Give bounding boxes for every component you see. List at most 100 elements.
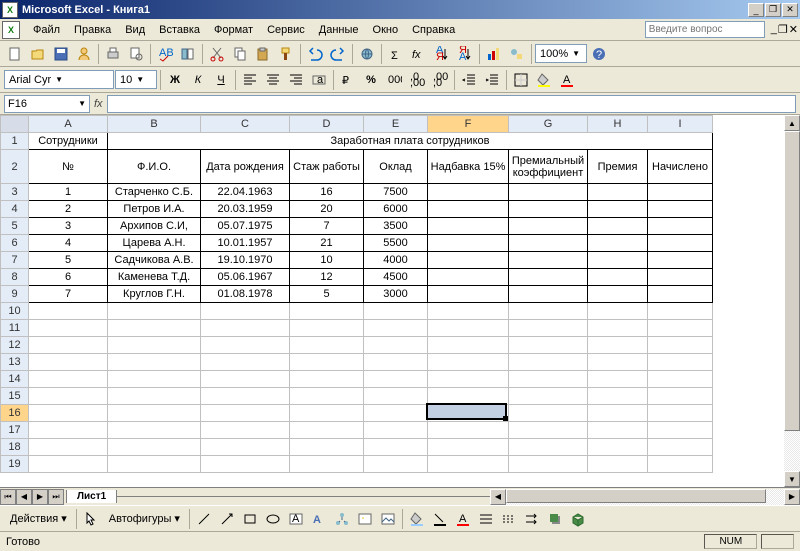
cell[interactable] xyxy=(108,303,201,320)
font-name-combo[interactable]: Arial Cyr▼ xyxy=(4,70,114,89)
shadow-button[interactable] xyxy=(544,508,566,530)
cell[interactable] xyxy=(428,337,509,354)
cell[interactable] xyxy=(648,405,713,422)
cell[interactable] xyxy=(290,371,364,388)
row-header-15[interactable]: 15 xyxy=(1,388,29,405)
cell[interactable] xyxy=(509,320,588,337)
cell[interactable]: Премиальный коэффициент xyxy=(509,150,588,184)
cell[interactable]: Архипов С.И, xyxy=(108,218,201,235)
cell[interactable]: Начислено xyxy=(648,150,713,184)
cell[interactable] xyxy=(290,337,364,354)
rectangle-button[interactable] xyxy=(239,508,261,530)
menu-format[interactable]: Формат xyxy=(207,21,260,39)
hyperlink-button[interactable] xyxy=(356,43,378,65)
cell[interactable] xyxy=(201,439,290,456)
cell[interactable] xyxy=(290,405,364,422)
cell[interactable] xyxy=(201,371,290,388)
cell[interactable] xyxy=(588,405,648,422)
cell[interactable] xyxy=(588,235,648,252)
row-header-9[interactable]: 9 xyxy=(1,286,29,303)
row-header-8[interactable]: 8 xyxy=(1,269,29,286)
cell[interactable] xyxy=(428,405,509,422)
cell[interactable] xyxy=(588,252,648,269)
row-header-19[interactable]: 19 xyxy=(1,456,29,473)
cell[interactable] xyxy=(428,371,509,388)
col-header-B[interactable]: B xyxy=(108,116,201,133)
cell[interactable]: Премия xyxy=(588,150,648,184)
cell[interactable] xyxy=(364,320,428,337)
textbox-button[interactable]: A xyxy=(285,508,307,530)
cell[interactable] xyxy=(648,388,713,405)
cell[interactable] xyxy=(290,456,364,473)
cell[interactable] xyxy=(364,388,428,405)
cell[interactable]: Дата рождения xyxy=(201,150,290,184)
cell[interactable] xyxy=(108,405,201,422)
menu-view[interactable]: Вид xyxy=(118,21,152,39)
cell[interactable]: 19.10.1970 xyxy=(201,252,290,269)
cell[interactable] xyxy=(201,303,290,320)
permission-button[interactable] xyxy=(73,43,95,65)
cell[interactable] xyxy=(201,320,290,337)
row-header-14[interactable]: 14 xyxy=(1,371,29,388)
restore-button[interactable]: ❐ xyxy=(765,3,781,17)
row-header-18[interactable]: 18 xyxy=(1,439,29,456)
cell[interactable] xyxy=(648,354,713,371)
cell[interactable] xyxy=(509,269,588,286)
spelling-button[interactable]: ABC xyxy=(154,43,176,65)
col-header-C[interactable]: C xyxy=(201,116,290,133)
cell[interactable] xyxy=(509,337,588,354)
cell[interactable] xyxy=(108,320,201,337)
increase-decimal-button[interactable]: ,0,00 xyxy=(406,69,428,91)
cell[interactable] xyxy=(108,354,201,371)
cell[interactable] xyxy=(29,456,108,473)
row-header-3[interactable]: 3 xyxy=(1,184,29,201)
cell[interactable] xyxy=(108,388,201,405)
copy-button[interactable] xyxy=(229,43,251,65)
cell[interactable] xyxy=(428,201,509,218)
cell[interactable]: 6000 xyxy=(364,201,428,218)
cell[interactable] xyxy=(509,218,588,235)
col-header-I[interactable]: I xyxy=(648,116,713,133)
cell[interactable] xyxy=(428,456,509,473)
row-header-16[interactable]: 16 xyxy=(1,405,29,422)
align-right-button[interactable] xyxy=(285,69,307,91)
cell[interactable] xyxy=(509,456,588,473)
drawing-button[interactable] xyxy=(506,43,528,65)
cell[interactable] xyxy=(108,439,201,456)
cell[interactable] xyxy=(290,320,364,337)
cell[interactable]: 05.06.1967 xyxy=(201,269,290,286)
line-style-button[interactable] xyxy=(475,508,497,530)
cell[interactable] xyxy=(648,422,713,439)
sort-desc-button[interactable]: ЯA xyxy=(454,43,476,65)
cell[interactable] xyxy=(648,303,713,320)
cell[interactable] xyxy=(364,456,428,473)
cell[interactable] xyxy=(509,201,588,218)
cell[interactable]: 3000 xyxy=(364,286,428,303)
select-objects-button[interactable] xyxy=(80,508,102,530)
italic-button[interactable]: К xyxy=(187,69,209,91)
cell[interactable] xyxy=(290,422,364,439)
cell[interactable]: 16 xyxy=(290,184,364,201)
cell[interactable] xyxy=(588,269,648,286)
cell[interactable]: 7500 xyxy=(364,184,428,201)
format-painter-button[interactable] xyxy=(275,43,297,65)
paste-button[interactable] xyxy=(252,43,274,65)
cell[interactable] xyxy=(290,303,364,320)
tab-nav-next[interactable]: ▶ xyxy=(32,489,48,505)
cell[interactable] xyxy=(509,303,588,320)
fill-color-button[interactable] xyxy=(533,69,555,91)
cell[interactable] xyxy=(364,303,428,320)
row-header-4[interactable]: 4 xyxy=(1,201,29,218)
menu-file[interactable]: Файл xyxy=(26,21,67,39)
cell[interactable] xyxy=(364,422,428,439)
cell[interactable]: 7 xyxy=(29,286,108,303)
fill-color-draw-button[interactable] xyxy=(406,508,428,530)
menu-window[interactable]: Окно xyxy=(366,21,406,39)
fx-button[interactable]: fx xyxy=(408,43,430,65)
cell[interactable]: 21 xyxy=(290,235,364,252)
cell[interactable]: № xyxy=(29,150,108,184)
cell[interactable]: 5500 xyxy=(364,235,428,252)
cell[interactable] xyxy=(29,405,108,422)
menu-tools[interactable]: Сервис xyxy=(260,21,312,39)
cell[interactable] xyxy=(428,184,509,201)
